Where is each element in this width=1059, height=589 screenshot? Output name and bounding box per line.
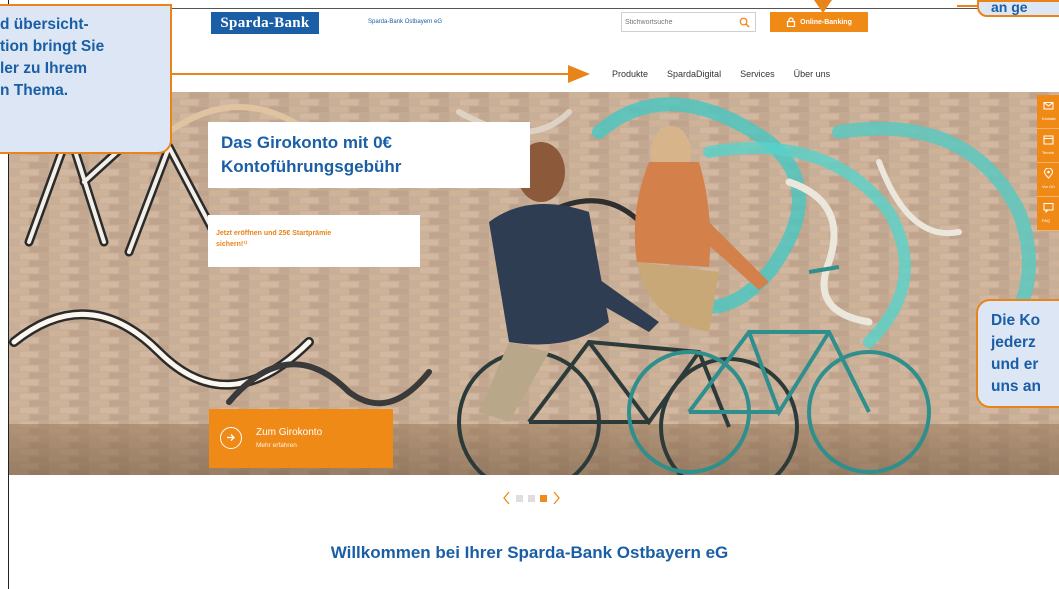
side-item-label: Kontakt bbox=[1042, 116, 1056, 121]
side-item-termin[interactable]: Termin bbox=[1037, 129, 1059, 163]
carousel-dot-3[interactable] bbox=[540, 494, 547, 502]
arrow-right-circle-icon bbox=[220, 427, 242, 449]
side-item-label: FAQ bbox=[1042, 218, 1051, 223]
nav-item-ueber-uns[interactable]: Über uns bbox=[794, 69, 831, 79]
callout-line: an ge bbox=[991, 0, 1028, 15]
side-item-label: Termin bbox=[1042, 150, 1055, 155]
carousel-controls bbox=[502, 491, 561, 505]
callout-line: jederz bbox=[991, 334, 1036, 351]
bank-name: Sparda-Bank Ostbayern eG bbox=[368, 19, 443, 25]
side-item-kontakt[interactable]: Kontakt bbox=[1037, 95, 1059, 129]
callout-line: Die Ko bbox=[991, 312, 1041, 329]
annotation-arrow-to-nav bbox=[170, 65, 590, 83]
mail-icon bbox=[1043, 102, 1054, 110]
nav-item-produkte[interactable]: Produkte bbox=[612, 69, 648, 79]
callout-line: und er bbox=[991, 356, 1039, 373]
annotation-arrow-to-online-banking bbox=[814, 0, 832, 13]
callout-line: tion bringt Sie bbox=[0, 38, 105, 55]
side-item-faq[interactable]: FAQ bbox=[1037, 197, 1059, 231]
service-side-strip: Kontakt Termin Vor Ort FAQ bbox=[1037, 95, 1059, 231]
side-item-label: Vor Ort bbox=[1042, 184, 1055, 189]
hero-subtitle-line-2: sichern!¹⁾ bbox=[216, 241, 248, 248]
annotation-callout-contact: Die Ko jederz und er uns an bbox=[976, 299, 1059, 408]
callout-line: d übersicht- bbox=[0, 16, 89, 33]
callout-line: uns an bbox=[991, 378, 1041, 395]
main-navigation: Produkte SpardaDigital Services Über uns bbox=[612, 69, 830, 79]
online-banking-label: Online-Banking bbox=[800, 18, 852, 26]
callout-line: ler zu Ihrem bbox=[0, 60, 87, 77]
chevron-right-icon[interactable] bbox=[552, 491, 561, 505]
hero-title-line-2: Kontoführungsgebühr bbox=[221, 157, 402, 176]
calendar-icon bbox=[1043, 135, 1054, 145]
annotation-arrow-connector bbox=[957, 5, 979, 7]
welcome-heading: Willkommen bei Ihrer Sparda-Bank Ostbaye… bbox=[330, 543, 729, 562]
annotation-callout-online-banking: an ge bbox=[977, 0, 1059, 17]
hero-title: Das Girokonto mit 0€ Kontoführungsgebühr bbox=[221, 131, 521, 179]
callout-line: n Thema. bbox=[0, 82, 69, 99]
chevron-left-icon[interactable] bbox=[502, 491, 511, 505]
annotation-callout-navigation: d übersicht- tion bringt Sie ler zu Ihre… bbox=[0, 4, 172, 154]
nav-item-services[interactable]: Services bbox=[740, 69, 775, 79]
search-icon[interactable] bbox=[739, 17, 750, 28]
hero-subtitle: Jetzt eröffnen und 25€ Startprämie siche… bbox=[216, 228, 411, 250]
girokonto-cta-button[interactable]: Zum Girokonto Mehr erfahren bbox=[209, 409, 393, 468]
search-box[interactable] bbox=[621, 12, 756, 32]
online-banking-button[interactable]: Online-Banking bbox=[770, 12, 868, 32]
carousel-dot-2[interactable] bbox=[528, 494, 535, 502]
cta-sublabel: Mehr erfahren bbox=[256, 442, 297, 449]
sparda-bank-logo[interactable]: Sparda-Bank bbox=[211, 12, 319, 34]
hero-title-line-1: Das Girokonto mit 0€ bbox=[221, 133, 392, 152]
nav-item-spardadigital[interactable]: SpardaDigital bbox=[667, 69, 721, 79]
hero-title-card: Das Girokonto mit 0€ Kontoführungsgebühr bbox=[208, 122, 530, 188]
hero-subtitle-line-1: Jetzt eröffnen und 25€ Startprämie bbox=[216, 230, 332, 237]
chat-icon bbox=[1043, 203, 1054, 213]
cta-label: Zum Girokonto bbox=[256, 427, 323, 438]
location-pin-icon bbox=[1043, 168, 1054, 179]
carousel-dot-1[interactable] bbox=[516, 494, 523, 502]
side-item-vor-ort[interactable]: Vor Ort bbox=[1037, 163, 1059, 197]
hero-subtitle-card: Jetzt eröffnen und 25€ Startprämie siche… bbox=[208, 215, 420, 267]
search-input[interactable] bbox=[625, 15, 733, 29]
lock-icon bbox=[787, 17, 796, 27]
